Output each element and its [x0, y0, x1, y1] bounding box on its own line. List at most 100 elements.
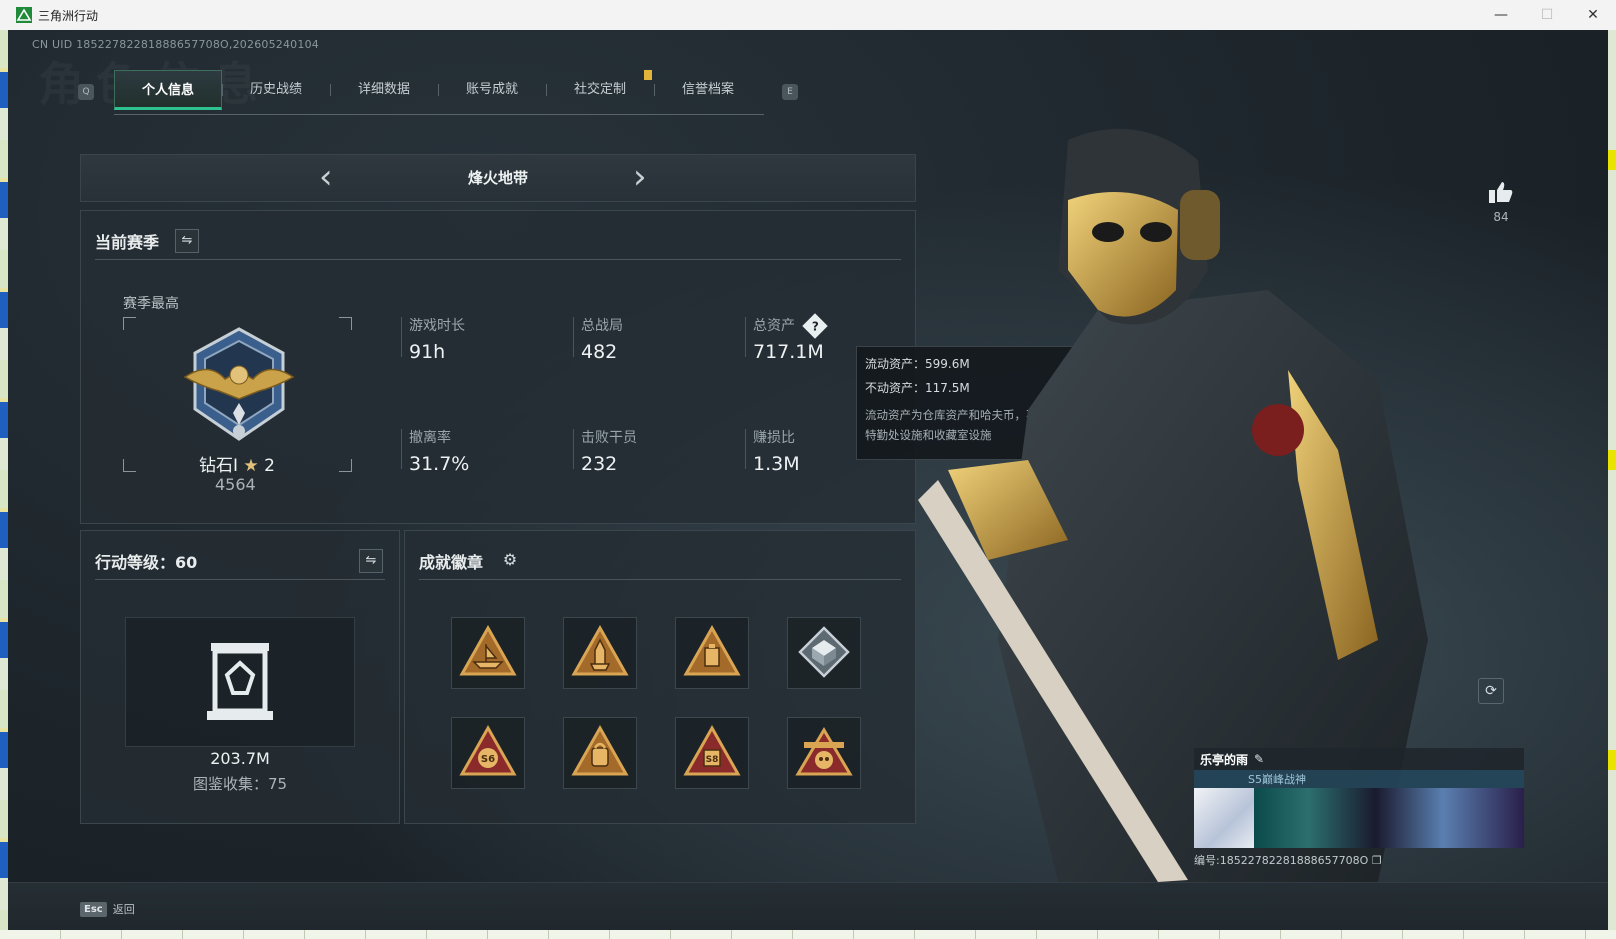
like-widget[interactable]: 84: [1488, 180, 1514, 224]
stat-matches-label: 总战局: [581, 318, 623, 334]
season-selector: ‹ 烽火地带 ›: [80, 154, 916, 202]
skull-badge-icon: [795, 727, 853, 776]
rocket-badge-icon: [571, 624, 629, 676]
thumbs-up-icon: [1489, 182, 1513, 203]
season-swap-button[interactable]: ⇋: [175, 229, 199, 253]
badge-s6[interactable]: S6: [451, 717, 525, 789]
stat-kills-label: 击败干员: [581, 430, 637, 446]
stat-extract-rate-label: 撤离率: [409, 430, 451, 446]
game-viewport: 角色信息 CN UID 18522782281888657708O,202605…: [8, 30, 1608, 930]
stat-divider: [401, 429, 402, 469]
tab-history[interactable]: 历史战绩: [222, 70, 330, 110]
maximize-button[interactable]: ☐: [1524, 0, 1570, 30]
close-button[interactable]: ✕: [1570, 0, 1616, 30]
stat-kills-value: 232: [581, 453, 618, 475]
rank-star-icon: ★: [243, 456, 259, 476]
window-controls: — ☐ ✕: [1478, 0, 1616, 30]
season-best-label: 赛季最高: [123, 296, 179, 312]
profile-id-text: 编号:18522782281888657708O: [1194, 854, 1369, 867]
desktop-edge-bottom: [0, 930, 1616, 939]
collection-count: 图鉴收集：75: [192, 775, 288, 793]
svg-text:S8: S8: [706, 755, 719, 765]
tab-achievements[interactable]: 账号成就: [438, 70, 546, 110]
safe-box-icon: [207, 643, 273, 720]
svg-text:S6: S6: [481, 754, 495, 765]
badge-cube[interactable]: [787, 617, 861, 689]
frame-corner: [123, 317, 136, 330]
rank-name: 钻石Ⅰ: [199, 456, 239, 476]
tab-notification-marker: [644, 70, 652, 80]
crate-badge-icon: [683, 624, 741, 676]
achievements-settings-icon[interactable]: ⚙: [499, 549, 521, 571]
desktop-edge-left: [0, 30, 8, 939]
frame-corner: [339, 459, 352, 472]
cube-badge-icon: [798, 626, 850, 678]
profile-card[interactable]: 乐亭的雨 ✎ S5巅峰战神 编号:18522782281888657708O ❐: [1194, 748, 1524, 868]
current-season-title: 当前赛季: [95, 233, 160, 252]
profile-name: 乐亭的雨: [1200, 752, 1249, 767]
assets-help-button[interactable]: ?: [802, 313, 828, 339]
stat-extract-rate-value: 31.7%: [409, 453, 470, 475]
edit-name-icon[interactable]: ✎: [1254, 752, 1264, 766]
stat-profit-ratio-value: 1.3M: [753, 453, 800, 475]
profile-title: S5巅峰战神: [1248, 773, 1306, 786]
copy-icon[interactable]: ❐: [1372, 854, 1382, 867]
ship-badge-icon: [459, 624, 517, 676]
rank-label: 钻石Ⅰ ★ 2: [199, 451, 275, 476]
s8-badge-icon: S8: [683, 724, 741, 776]
rank-points: 4564: [215, 475, 256, 494]
esc-key: Esc: [80, 901, 107, 917]
stat-playtime-value: 91h: [409, 341, 446, 363]
tab-social[interactable]: 社交定制: [546, 70, 654, 110]
bottom-bar: [8, 882, 1608, 930]
stat-divider: [401, 317, 402, 357]
tab-reputation[interactable]: 信誉档案: [654, 70, 762, 110]
stat-assets-label: 总资产: [753, 318, 795, 334]
profile-banner: [1194, 788, 1524, 848]
stat-assets-value: 717.1M: [753, 341, 824, 363]
action-level-panel: 行动等级：60 ⇋ 203.7M 图鉴收集：75: [80, 530, 400, 824]
panel-divider: [95, 259, 901, 260]
tab-personal-info[interactable]: 个人信息: [114, 70, 222, 110]
badge-ship[interactable]: [451, 617, 525, 689]
season-next-button[interactable]: ›: [633, 159, 647, 195]
achievements-title: 成就徽章: [419, 553, 484, 572]
panel-divider: [95, 579, 385, 580]
badge-rocket[interactable]: [563, 617, 637, 689]
profile-id: 编号:18522782281888657708O ❐: [1194, 852, 1524, 868]
tab-detailed-data[interactable]: 详细数据: [330, 70, 438, 110]
badge-crate[interactable]: [675, 617, 749, 689]
badge-s9-skull[interactable]: [787, 717, 861, 789]
desktop-edge-right: [1608, 30, 1616, 939]
season-name: 烽火地带: [467, 169, 528, 187]
achievements-panel: 成就徽章 ⚙ S6 S8: [404, 530, 916, 824]
stat-divider: [745, 429, 746, 469]
stat-playtime-label: 游戏时长: [409, 318, 465, 334]
action-level-swap-button[interactable]: ⇋: [359, 549, 383, 573]
tab-bar: 个人信息 历史战绩 详细数据 账号成就 社交定制 信誉档案: [114, 70, 764, 115]
rank-stars: 2: [264, 456, 275, 476]
action-level-value: 203.7M: [210, 749, 270, 768]
stat-matches-value: 482: [581, 341, 618, 363]
frame-corner: [123, 459, 136, 472]
tab-prev-key[interactable]: Q: [78, 84, 94, 100]
back-button[interactable]: Esc 返回: [80, 896, 135, 922]
refresh-button[interactable]: ⟳: [1478, 678, 1504, 704]
tab-next-key[interactable]: E: [782, 84, 798, 100]
avatar: [1194, 788, 1254, 848]
window-title: 三角洲行动: [38, 8, 99, 23]
badge-s5-bag[interactable]: [563, 717, 637, 789]
window-titlebar: 三角洲行动 — ☐ ✕: [0, 0, 1616, 30]
badge-s8[interactable]: S8: [675, 717, 749, 789]
current-season-panel: 当前赛季 ⇋ 赛季最高 钻石Ⅰ ★ 2 4564 游戏时长 91h 总战局 48…: [80, 210, 916, 524]
stat-divider: [573, 429, 574, 469]
s5-bag-badge-icon: [571, 724, 629, 776]
frame-corner: [339, 317, 352, 330]
minimize-button[interactable]: —: [1478, 0, 1524, 30]
s6-badge-icon: S6: [459, 724, 517, 776]
action-level-title: 行动等级：60: [95, 553, 198, 572]
diamond-rank-emblem-icon: [183, 327, 295, 441]
stat-profit-ratio-label: 赚损比: [753, 430, 795, 446]
profile-banner-image: [1254, 788, 1524, 848]
app-logo-icon: [16, 7, 32, 23]
